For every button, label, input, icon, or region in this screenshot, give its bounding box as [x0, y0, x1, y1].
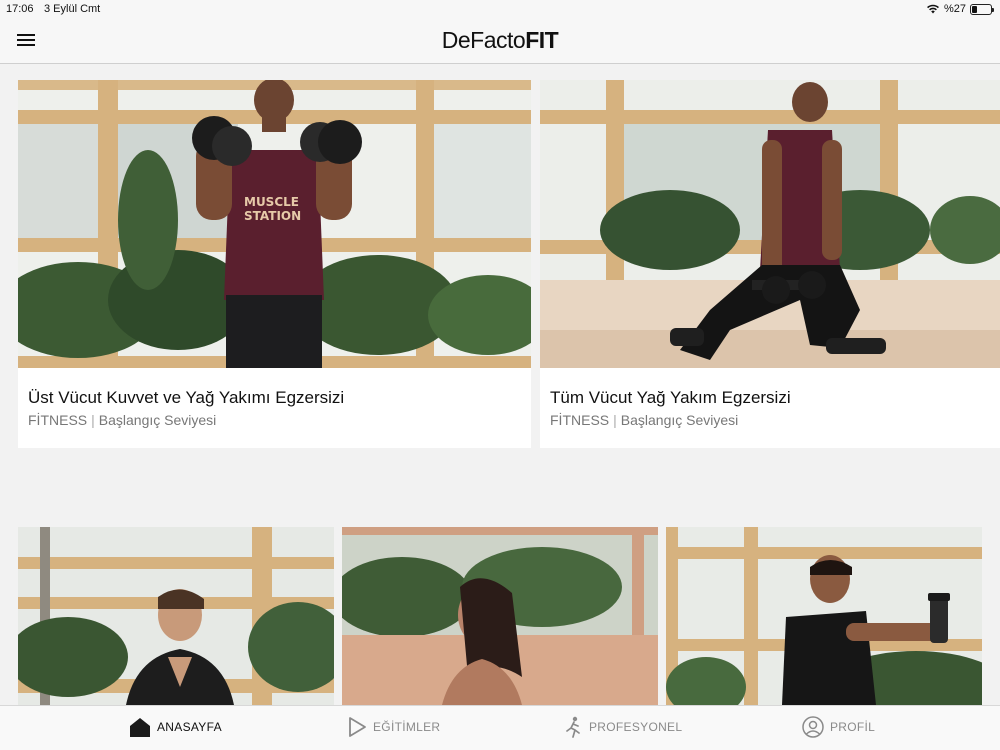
status-indicators: %27 [926, 3, 994, 15]
battery-icon [970, 3, 994, 15]
nav-profile[interactable]: PROFİL [802, 716, 875, 738]
featured-card-1[interactable]: MUSCLE STATION Üst Vücut Kuvvet ve Yağ Y… [18, 80, 531, 448]
workout-title: Üst Vücut Kuvvet ve Yağ Yakımı Egzersizi [28, 388, 345, 407]
workout-title: Tüm Vücut Yağ Yakım Egzersizi [550, 388, 791, 407]
workout-category: FİTNESS [550, 412, 610, 428]
nav-home-label: ANASAYFA [157, 720, 222, 734]
svg-text:STATION: STATION [244, 209, 301, 223]
meta-separator: | [613, 412, 617, 428]
status-time: 17:06 [6, 3, 34, 15]
app-header: DeFactoFIT [0, 18, 1000, 64]
nav-trainings[interactable]: EĞİTİMLER [347, 716, 440, 738]
workout-thumbnail: MUSCLE STATION [18, 80, 531, 368]
workout-thumbnail [666, 527, 982, 705]
workout-meta: FİTNESS | Başlangıç Seviyesi [28, 412, 216, 428]
nav-trainings-label: EĞİTİMLER [373, 720, 441, 734]
workout-meta: FİTNESS | Başlangıç Seviyesi [550, 412, 738, 428]
workout-card-4[interactable] [342, 527, 658, 705]
nav-professional[interactable]: PROFESYONEL [563, 716, 682, 738]
featured-card-2[interactable]: Tüm Vücut Yağ Yakım Egzersizi FİTNESS | Ba… [540, 80, 1000, 448]
profile-icon [802, 716, 824, 738]
bottom-navigation: ANASAYFA EĞİTİMLER PROFESYONEL PROFİL [0, 705, 1000, 750]
nav-professional-label: PROFESYONEL [589, 720, 683, 734]
app-logo: DeFactoFIT [0, 27, 1000, 54]
wifi-icon [926, 4, 940, 14]
logo-defacto: DeFacto [441, 27, 526, 53]
svg-text:MUSCLE: MUSCLE [244, 195, 299, 209]
workout-card-3[interactable] [18, 527, 334, 705]
workout-level: Başlangıç Seviyesi [98, 412, 217, 428]
workout-thumbnail [18, 527, 334, 705]
battery-percent: %27 [943, 3, 966, 15]
nav-home[interactable]: ANASAYFA [129, 716, 222, 738]
play-icon [349, 717, 366, 737]
status-bar: 17:06 3 Eylül Cmt %27 [0, 0, 1000, 18]
home-icon [130, 718, 150, 737]
running-icon [566, 716, 580, 738]
workout-category: FİTNESS [28, 412, 88, 428]
nav-profile-label: PROFİL [830, 720, 876, 734]
meta-separator: | [91, 412, 95, 428]
workout-thumbnail [540, 80, 1000, 368]
workout-card-5[interactable] [666, 527, 982, 705]
workout-level: Başlangıç Seviyesi [620, 412, 739, 428]
status-date: 3 Eylül Cmt [44, 3, 101, 15]
logo-fit: FIT [525, 27, 559, 53]
workout-thumbnail [342, 527, 658, 705]
